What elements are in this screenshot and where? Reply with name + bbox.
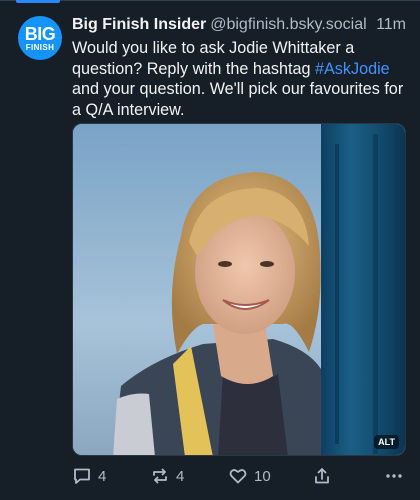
post-text: Would you like to ask Jodie Whittaker a … — [72, 38, 412, 120]
author-name[interactable]: Big Finish Insider — [72, 16, 206, 33]
reply-count: 4 — [98, 467, 107, 485]
post-header: Big Finish Insider @bigfinish.bsky.social… — [72, 16, 408, 36]
like-count: 10 — [254, 467, 271, 485]
more-options-button[interactable] — [384, 465, 404, 487]
post-actions: 4 4 10 — [72, 465, 408, 487]
more-icon — [384, 466, 404, 486]
alt-text-badge[interactable]: ALT — [374, 435, 399, 449]
feed-post[interactable]: BIG FINISH Big Finish Insider @bigfinish.… — [0, 0, 420, 500]
repost-button[interactable]: 4 — [150, 465, 184, 487]
avatar-logo-finish: FINISH — [25, 42, 55, 52]
post-photo — [73, 124, 405, 455]
post-text-part-1: Would you like to ask Jodie Whittaker a … — [72, 39, 355, 78]
share-button[interactable] — [312, 465, 332, 487]
reply-button[interactable]: 4 — [72, 465, 106, 487]
like-button[interactable]: 10 — [228, 465, 271, 487]
reply-icon — [72, 466, 92, 486]
share-icon — [312, 466, 332, 486]
avatar-logo-big: BIG — [24, 23, 56, 44]
author-handle[interactable]: @bigfinish.bsky.social — [210, 16, 366, 33]
avatar[interactable]: BIG FINISH — [18, 16, 62, 60]
post-timestamp[interactable]: 11m — [376, 16, 406, 34]
post-text-part-2: and your question. We'll pick our favour… — [72, 80, 404, 119]
hashtag-link[interactable]: #AskJodie — [315, 60, 390, 78]
post-image[interactable]: ALT — [72, 123, 406, 456]
repost-count: 4 — [176, 467, 185, 485]
repost-icon — [150, 466, 170, 486]
like-icon — [228, 466, 248, 486]
